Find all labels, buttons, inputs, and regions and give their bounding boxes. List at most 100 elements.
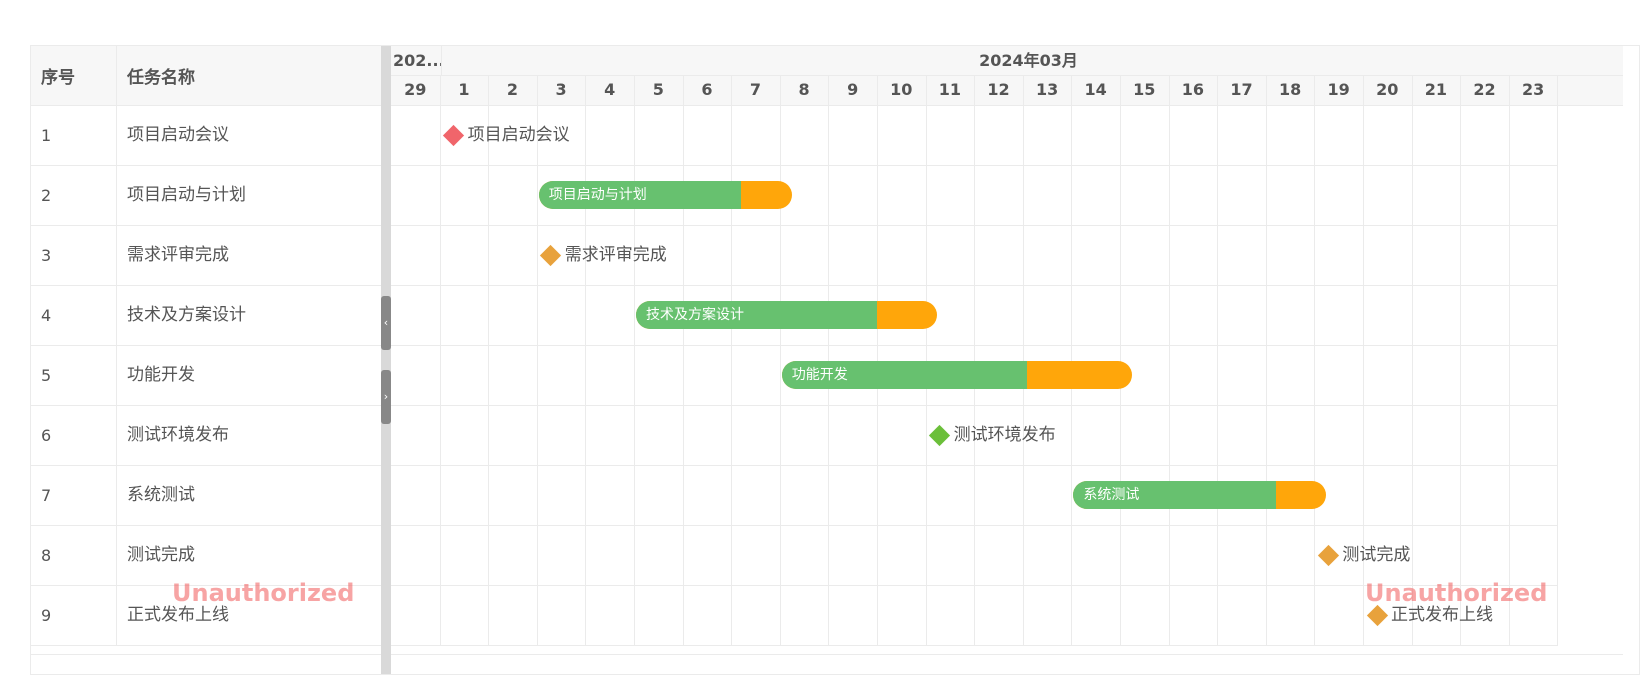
day-label: 23 — [1521, 80, 1545, 99]
day-label: 16 — [1181, 80, 1205, 99]
row-task-name: 需求评审完成 — [127, 245, 229, 265]
watermark: Unauthorized — [172, 579, 355, 607]
task-bar[interactable]: 系统测试 — [1073, 481, 1327, 509]
day-label: 7 — [749, 80, 762, 99]
table-row[interactable]: 4 技术及方案设计 — [31, 286, 411, 346]
table-row[interactable]: 7 系统测试 — [31, 466, 411, 526]
milestone-label: 需求评审完成 — [564, 245, 667, 265]
grid-row-line — [391, 525, 1558, 526]
grid-column-line — [585, 76, 587, 646]
table-footer-line — [31, 654, 411, 655]
grid-column-line — [1217, 76, 1219, 646]
row-task-name: 项目启动会议 — [127, 125, 229, 145]
day-label: 1 — [458, 80, 470, 99]
milestone-diamond-icon[interactable] — [1366, 604, 1388, 626]
expand-right-button[interactable]: › — [381, 370, 391, 424]
task-table-header: 序号 任务名称 — [31, 46, 411, 106]
day-label: 10 — [890, 80, 913, 99]
grid-column-line — [1314, 76, 1316, 646]
day-label: 4 — [604, 80, 616, 99]
day-label: 12 — [987, 80, 1010, 99]
table-row[interactable]: 3 需求评审完成 — [31, 226, 411, 286]
grid-column-line — [682, 76, 684, 646]
task-bar[interactable]: 项目启动与计划 — [538, 181, 792, 209]
day-label: 8 — [798, 80, 810, 99]
header-index: 序号 — [41, 68, 75, 88]
prev-month-label: 202... — [393, 51, 441, 70]
row-index: 4 — [41, 306, 52, 325]
grid-column-line — [634, 76, 635, 646]
day-label: 21 — [1424, 80, 1448, 99]
day-label: 19 — [1327, 80, 1350, 99]
grid-row-line — [391, 405, 1558, 406]
table-row[interactable]: 6 测试环境发布 — [31, 406, 411, 466]
day-label: 15 — [1133, 80, 1156, 99]
header-task-name: 任务名称 — [127, 68, 195, 88]
panel-splitter[interactable] — [381, 46, 391, 674]
grid-column-line — [1411, 76, 1413, 646]
row-task-name: 技术及方案设计 — [127, 305, 246, 325]
milestone-label: 项目启动会议 — [467, 125, 570, 145]
grid-row-line — [391, 645, 1558, 646]
task-bar-label: 系统测试 — [1083, 487, 1140, 503]
day-label: 22 — [1473, 80, 1496, 99]
task-bar-label: 项目启动与计划 — [548, 187, 647, 203]
watermark: Unauthorized — [1365, 579, 1548, 607]
grid-column-line — [1557, 76, 1559, 646]
grid-row-line — [391, 345, 1558, 346]
day-label: 11 — [938, 80, 962, 99]
grid-row-line — [391, 165, 1558, 166]
grid-column-line — [439, 76, 441, 646]
day-label: 17 — [1230, 80, 1253, 99]
milestone-diamond-icon[interactable] — [540, 244, 562, 266]
milestone-label: 测试完成 — [1342, 545, 1411, 565]
day-label: 3 — [555, 80, 567, 99]
row-task-name: 功能开发 — [127, 365, 195, 385]
task-bar[interactable]: 功能开发 — [781, 361, 1132, 389]
table-row[interactable]: 2 项目启动与计划 — [31, 166, 411, 226]
day-label: 14 — [1084, 80, 1107, 99]
row-index: 5 — [41, 366, 52, 385]
row-index: 8 — [41, 546, 52, 565]
row-task-name: 测试环境发布 — [127, 425, 229, 445]
day-label: 6 — [701, 80, 713, 99]
row-index: 3 — [41, 246, 52, 265]
day-label: 5 — [652, 80, 664, 99]
grid-row-line — [391, 225, 1558, 226]
day-label: 2 — [506, 80, 519, 99]
collapse-left-button[interactable]: ‹ — [381, 296, 391, 350]
grid-row-line — [391, 285, 1558, 286]
timeline-footer-line — [391, 654, 1623, 655]
task-bar-label: 技术及方案设计 — [646, 307, 744, 323]
row-task-name: 系统测试 — [127, 485, 195, 505]
grid-row-line — [391, 465, 1558, 466]
row-task-name: 测试完成 — [127, 545, 195, 565]
grid-column-line — [536, 76, 538, 646]
day-label: 9 — [847, 80, 859, 99]
day-label: 29 — [404, 80, 427, 99]
task-bar[interactable]: 技术及方案设计 — [636, 301, 938, 329]
grid-column-line — [1168, 76, 1170, 646]
row-index: 6 — [41, 426, 52, 445]
table-row[interactable]: 5 功能开发 — [31, 346, 411, 406]
table-row[interactable]: 8 测试完成 — [31, 526, 411, 586]
day-label: 20 — [1376, 80, 1399, 99]
table-row[interactable]: 1 项目启动会议 — [31, 106, 411, 166]
grid-column-line — [488, 76, 490, 646]
milestone-diamond-icon[interactable] — [442, 124, 465, 146]
grid-column-line — [731, 76, 733, 646]
row-index: 9 — [41, 606, 52, 625]
grid-column-line — [779, 76, 781, 646]
row-index: 1 — [41, 126, 52, 145]
row-task-name: 项目启动与计划 — [127, 185, 246, 205]
month-label: 2024年03月 — [979, 51, 1078, 70]
grid-column-line — [1460, 76, 1462, 646]
row-index: 2 — [41, 186, 52, 205]
task-bar-label: 功能开发 — [791, 367, 848, 383]
milestone-diamond-icon[interactable] — [1317, 544, 1339, 566]
row-index: 7 — [41, 486, 52, 505]
grid-column-line — [1508, 76, 1510, 646]
grid-column-line — [1265, 76, 1267, 646]
day-label: 13 — [1035, 80, 1059, 99]
milestone-diamond-icon[interactable] — [928, 424, 951, 446]
